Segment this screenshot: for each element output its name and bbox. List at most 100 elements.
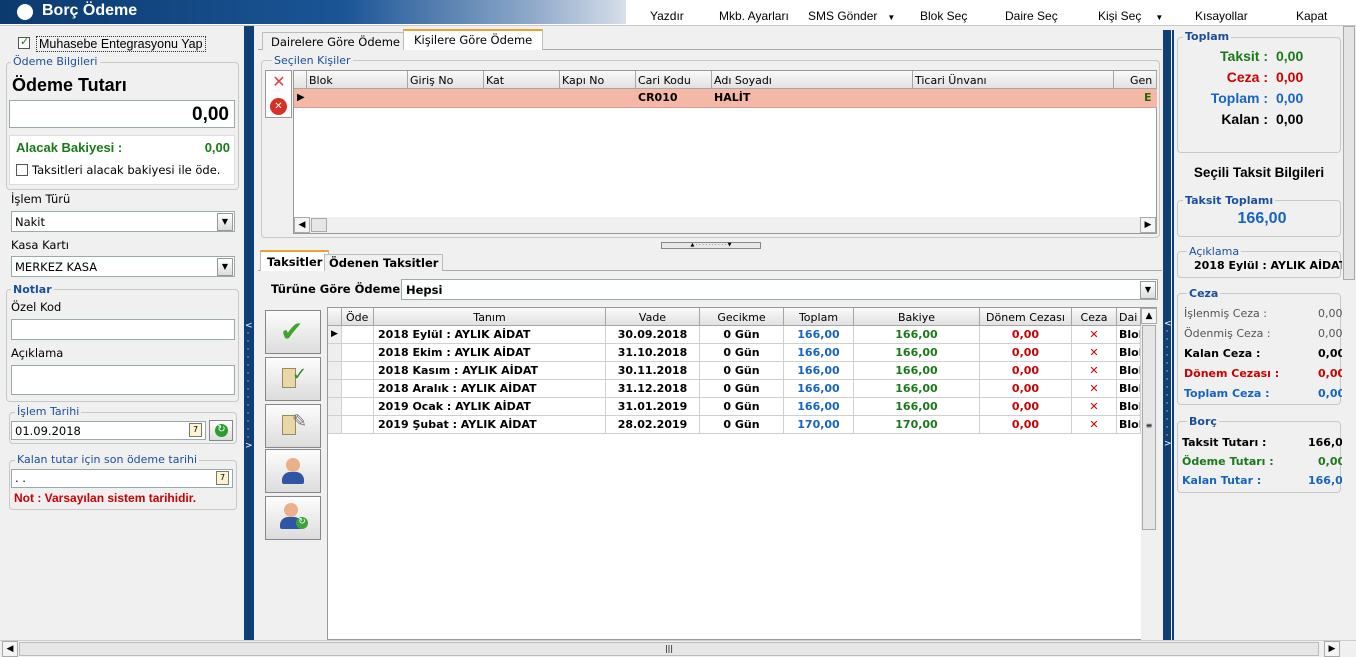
integration-checkbox[interactable]: ✓	[18, 35, 30, 49]
scroll-right-icon[interactable]: ▶	[1140, 217, 1156, 233]
column-header[interactable]: Dai	[1117, 308, 1141, 326]
menu-select-block[interactable]: Blok Seç	[920, 9, 967, 23]
column-header[interactable]: Öde	[342, 308, 374, 326]
column-header[interactable]: Tanım	[374, 308, 606, 326]
unselect-all-button[interactable]: ✎	[265, 404, 321, 448]
menu-print[interactable]: Yazdır	[650, 9, 684, 23]
row-selector[interactable]	[328, 398, 342, 416]
table-row[interactable]: 2019 Ocak : AYLIK AİDAT 31.01.2019 0 Gün 16…	[328, 398, 1141, 416]
scroll-thumb[interactable]: ≡	[1142, 325, 1156, 530]
scroll-thumb[interactable]	[311, 218, 327, 232]
column-header[interactable]: Kat	[484, 71, 560, 89]
column-header[interactable]: Gecikme	[700, 308, 784, 326]
pay-cell[interactable]	[342, 344, 374, 362]
column-header[interactable]: Blok	[307, 71, 408, 89]
remove-icon[interactable]: ✕	[268, 72, 290, 92]
last-payment-date-input[interactable]: . . 7	[11, 469, 233, 488]
table-cell: 2019 Ocak : AYLIK AİDAT	[374, 398, 606, 416]
menu-shortcuts[interactable]: Kısayollar	[1195, 9, 1248, 23]
ceza-label: Ceza :	[1226, 69, 1268, 85]
column-header[interactable]: Toplam	[784, 308, 854, 326]
menu-close[interactable]: Kapat	[1296, 9, 1327, 23]
transaction-date-input[interactable]: 01.09.2018 7	[11, 421, 206, 440]
table-row[interactable]: 2018 Kasım : AYLIK AİDAT 30.11.2018 0 Gün 1…	[328, 362, 1141, 380]
person-button[interactable]	[265, 449, 321, 493]
column-header[interactable]: Gen	[1114, 71, 1157, 89]
pay-cell[interactable]	[342, 326, 374, 344]
cash-card-select[interactable]: MERKEZ KASA ▼	[11, 256, 235, 277]
horizontal-scrollbar[interactable]: ◀ ▶	[294, 217, 1156, 233]
column-header[interactable]: Dönem Cezası	[980, 308, 1072, 326]
taksit-label: Taksit :	[1220, 48, 1268, 64]
row-selector[interactable]	[328, 362, 342, 380]
tab-installments[interactable]: Taksitler	[260, 250, 330, 271]
special-code-input[interactable]	[11, 319, 235, 340]
select-all-button[interactable]: ✓	[265, 357, 321, 401]
table-cell: 0 Gün	[700, 326, 784, 344]
column-header[interactable]: Adı Soyadı	[712, 71, 913, 89]
row-selector[interactable]	[328, 380, 342, 398]
menu-select-person[interactable]: Kişi Seç ▼	[1098, 9, 1163, 23]
menu-mkb-settings[interactable]: Mkb. Ayarları	[719, 9, 789, 23]
clear-all-icon[interactable]: ✕	[270, 98, 287, 115]
left-splitter[interactable]: < · · · · · · · · · · · · · · >	[244, 26, 253, 640]
column-header[interactable]: Cari Kodu	[636, 71, 712, 89]
column-header[interactable]: Ceza	[1072, 308, 1117, 326]
table-cell: Blok	[1117, 380, 1141, 398]
column-header[interactable]: Giriş No	[408, 71, 484, 89]
vertical-splitter-grip[interactable]: ▲ · · · · · · · · · · ▼	[661, 242, 761, 249]
window-vertical-scrollbar[interactable]	[1342, 26, 1356, 640]
installment-total-value: 166,00	[1237, 210, 1287, 227]
scroll-right-icon[interactable]: ▶	[1324, 641, 1340, 657]
scroll-left-icon[interactable]: ◀	[2, 641, 18, 657]
integration-checkbox-row[interactable]: ✓ Muhasebe Entegrasyonu Yap	[18, 35, 230, 52]
table-cell: 166,00	[784, 380, 854, 398]
row-indicator-icon[interactable]: ▶	[328, 326, 342, 344]
table-row[interactable]: 2018 Ekim : AYLIK AİDAT 31.10.2018 0 Gün 16…	[328, 344, 1141, 362]
processed-penalty-value: 0,00	[1318, 307, 1342, 320]
column-header[interactable]: Vade	[606, 308, 700, 326]
pay-with-credit-checkbox[interactable]	[16, 164, 28, 176]
pay-cell[interactable]	[342, 362, 374, 380]
chevron-down-icon[interactable]: ▼	[217, 258, 233, 276]
table-row[interactable]: ▶ CR010 HALİT E	[294, 89, 1157, 108]
pay-with-credit-label: Taksitleri alacak bakiyesi ile öde.	[32, 163, 221, 177]
pay-cell[interactable]	[342, 416, 374, 434]
scroll-thumb[interactable]	[1343, 26, 1355, 280]
confirm-payment-button[interactable]: ✔	[265, 310, 321, 354]
transaction-type-select[interactable]: Nakit ▼	[11, 211, 235, 232]
row-selector[interactable]	[328, 416, 342, 434]
description-input[interactable]	[11, 365, 235, 395]
table-cell: 166,00	[854, 344, 980, 362]
table-row[interactable]: ▶ 2018 Eylül : AYLIK AİDAT 30.09.2018 0 Gün…	[328, 326, 1141, 344]
calendar-icon[interactable]: 7	[189, 423, 202, 437]
filter-select[interactable]: Hepsi ▼	[401, 279, 1158, 300]
column-header[interactable]: Ticari Ünvanı	[913, 71, 1114, 89]
scroll-thumb[interactable]: |||	[19, 642, 1319, 656]
scroll-left-icon[interactable]: ◀	[294, 217, 310, 233]
window-horizontal-scrollbar[interactable]: ◀ ||| ▶	[0, 640, 1356, 657]
calendar-icon[interactable]: 7	[216, 471, 229, 485]
right-splitter[interactable]: < · · · · · · · · · · · · · · >	[1163, 30, 1172, 640]
pay-cell[interactable]	[342, 380, 374, 398]
chevron-down-icon[interactable]: ▼	[217, 213, 233, 231]
refresh-date-button[interactable]: ↻	[209, 420, 233, 441]
scroll-up-icon[interactable]: ▲	[1141, 308, 1157, 324]
table-row[interactable]: 2019 Şubat : AYLIK AİDAT 28.02.2019 0 Gün 1…	[328, 416, 1141, 434]
table-row[interactable]: 2018 Aralık : AYLIK AİDAT 31.12.2018 0 Gün…	[328, 380, 1141, 398]
column-header[interactable]: Bakiye	[854, 308, 980, 326]
tab-by-apartment[interactable]: Dairelere Göre Ödeme	[262, 32, 409, 50]
table-cell: 166,00	[854, 398, 980, 416]
person-refresh-button[interactable]: ↻	[265, 496, 321, 540]
payment-amount-input[interactable]: 0,00	[9, 100, 235, 128]
column-header[interactable]: Kapı No	[560, 71, 636, 89]
menu-select-apartment[interactable]: Daire Seç	[1005, 9, 1058, 23]
chevron-down-icon[interactable]: ▼	[1140, 281, 1156, 299]
menu-sms-send[interactable]: SMS Gönder ▼	[808, 9, 895, 23]
row-selector[interactable]	[328, 344, 342, 362]
tab-paid-installments[interactable]: Ödenen Taksitler	[324, 254, 444, 271]
vertical-scrollbar[interactable]: ▲ ≡	[1141, 308, 1157, 640]
selected-people-grid: Blok Giriş No Kat Kapı No Cari Kodu Adı …	[293, 70, 1157, 234]
pay-cell[interactable]	[342, 398, 374, 416]
tab-by-person[interactable]: Kişilere Göre Ödeme	[403, 29, 544, 50]
